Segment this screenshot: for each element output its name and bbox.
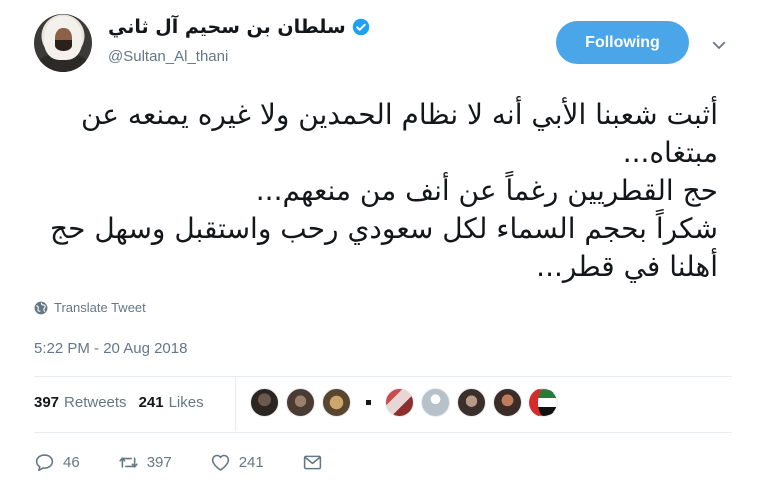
liker-avatar[interactable] xyxy=(421,388,450,417)
liker-avatar[interactable] xyxy=(529,388,558,417)
liker-avatar[interactable] xyxy=(493,388,522,417)
author-name-row[interactable]: سلطان بن سحيم آل ثاني xyxy=(108,16,370,38)
action-bar: 46 397 241 xyxy=(34,452,361,473)
translate-tweet-link[interactable]: Translate Tweet xyxy=(34,300,146,315)
like-button[interactable]: 241 xyxy=(210,452,264,473)
following-button[interactable]: Following xyxy=(556,21,689,64)
reply-icon xyxy=(35,454,54,472)
liker-avatars xyxy=(250,388,565,417)
verified-badge-icon xyxy=(352,18,369,36)
translate-label[interactable]: Translate Tweet xyxy=(54,300,146,315)
liker-avatar[interactable] xyxy=(457,388,486,417)
retweet-button[interactable]: 397 xyxy=(118,452,172,473)
like-count: 241 xyxy=(238,454,264,471)
retweets-label: Retweets xyxy=(64,394,127,411)
liker-avatar[interactable] xyxy=(286,388,315,417)
direct-message-button[interactable] xyxy=(302,452,323,473)
avatar[interactable] xyxy=(34,14,92,72)
divider-top xyxy=(34,376,732,377)
avatar-beard xyxy=(55,40,72,51)
retweet-count: 397 xyxy=(146,454,172,471)
globe-icon xyxy=(34,301,48,314)
tweet-timestamp[interactable]: 5:22 PM - 20 Aug 2018 xyxy=(34,340,187,357)
divider-bottom xyxy=(34,432,732,433)
tweet-text: أثبت شعبنا الأبي أنه لا نظام الحمدين ولا… xyxy=(50,98,718,283)
display-name[interactable]: سلطان بن سحيم آل ثاني xyxy=(108,16,346,38)
likes-count: 241 xyxy=(138,394,164,411)
liker-avatar[interactable] xyxy=(322,388,351,417)
chevron-down-icon[interactable] xyxy=(710,36,728,54)
likes-label: Likes xyxy=(168,394,204,411)
reply-button[interactable]: 46 xyxy=(34,452,80,473)
liker-separator-dot xyxy=(366,400,371,405)
user-handle[interactable]: @Sultan_Al_thani xyxy=(108,48,228,65)
liker-avatar[interactable] xyxy=(385,388,414,417)
heart-icon xyxy=(211,454,229,471)
engagement-stats: 397 Retweets 241 Likes xyxy=(34,394,216,411)
mail-icon xyxy=(303,455,321,470)
stats-separator xyxy=(235,377,236,431)
likes-stat[interactable]: 241 Likes xyxy=(139,394,204,411)
retweets-stat[interactable]: 397 Retweets xyxy=(34,394,127,411)
retweets-count: 397 xyxy=(34,394,60,411)
reply-count: 46 xyxy=(63,454,80,471)
liker-avatar[interactable] xyxy=(250,388,279,417)
retweet-icon xyxy=(119,457,138,468)
